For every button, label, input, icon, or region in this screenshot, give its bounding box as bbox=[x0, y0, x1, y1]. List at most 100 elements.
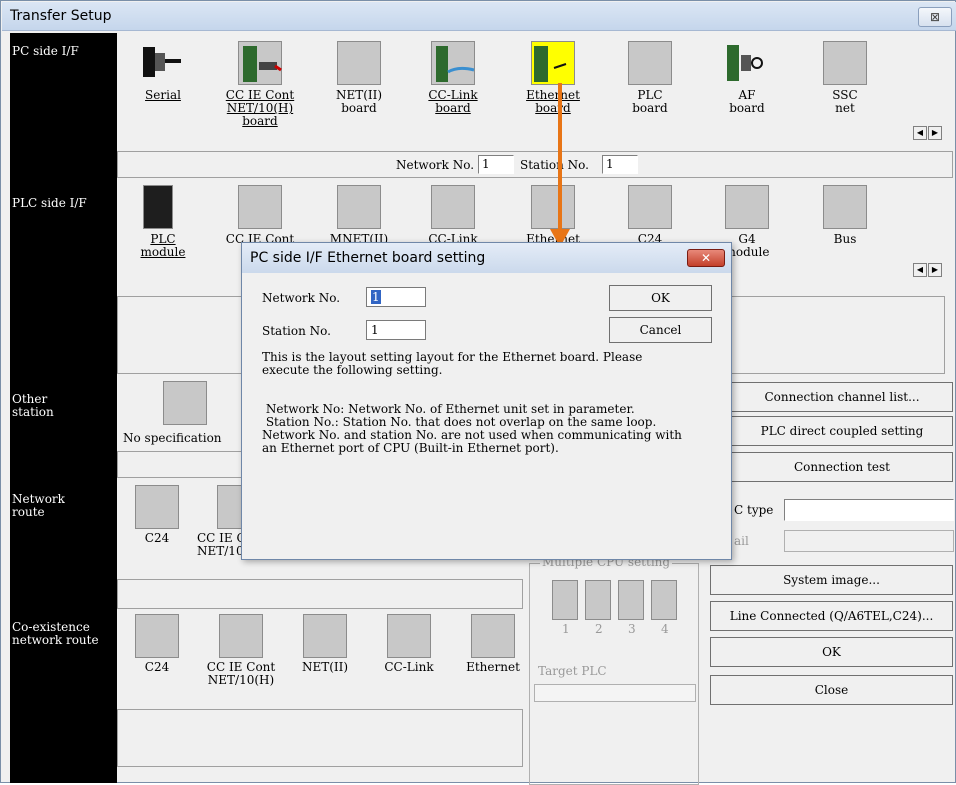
dialog-title-bar: PC side I/F Ethernet board setting ✕ bbox=[242, 243, 731, 273]
cpu-3-number: 3 bbox=[628, 622, 636, 636]
pc-ethernet-label: Ethernet board bbox=[526, 88, 580, 115]
plc-cclink-icon bbox=[431, 185, 475, 229]
ethernet-board-setting-dialog: PC side I/F Ethernet board setting ✕ Net… bbox=[241, 242, 732, 560]
plc-c24-icon bbox=[628, 185, 672, 229]
serial-icon bbox=[141, 41, 185, 85]
route-ccie-icon[interactable] bbox=[217, 485, 243, 529]
plc-type-label: C type bbox=[734, 503, 774, 517]
connection-test-button[interactable]: Connection test bbox=[731, 452, 953, 482]
plc-scroll-left-button[interactable]: ◀ bbox=[913, 263, 927, 277]
dialog-close-button[interactable]: ✕ bbox=[687, 249, 725, 267]
close-button[interactable]: Close bbox=[710, 675, 953, 705]
coex-cclink-label: CC-Link bbox=[384, 660, 434, 674]
pc-station-no-field[interactable]: 1 bbox=[602, 155, 638, 174]
coexistence-panel bbox=[117, 709, 523, 767]
route-ccie-label: CC IE Cont NET/10(H) bbox=[197, 532, 241, 558]
other-station-bar bbox=[117, 451, 243, 478]
pc-network-bar: Network No. 1 Station No. 1 bbox=[117, 151, 953, 178]
dialog-title: PC side I/F Ethernet board setting bbox=[250, 250, 486, 266]
plc-bus-icon bbox=[823, 185, 867, 229]
coex-ccie-label: CC IE Cont NET/10(H) bbox=[206, 660, 276, 687]
dialog-cancel-button[interactable]: Cancel bbox=[609, 317, 712, 343]
target-plc-field[interactable] bbox=[534, 684, 696, 702]
plc-ethernet-icon bbox=[531, 185, 575, 229]
plc-board-icon bbox=[628, 41, 672, 85]
pc-ccie-label: CC IE Cont NET/10(H) board bbox=[225, 88, 295, 128]
plc-scroll-right-button[interactable]: ▶ bbox=[928, 263, 942, 277]
cpu-2-number: 2 bbox=[595, 622, 603, 636]
no-specification-label: No specification bbox=[123, 431, 222, 445]
sscnet-icon bbox=[823, 41, 867, 85]
dialog-network-no-value: 1 bbox=[371, 290, 381, 304]
no-specification-icon[interactable] bbox=[163, 381, 207, 425]
coexistence-label: Co-existence network route bbox=[12, 620, 99, 647]
cclink-board-icon bbox=[431, 41, 475, 85]
cpu-3-box[interactable] bbox=[618, 580, 644, 620]
detail-label: ail bbox=[734, 534, 749, 548]
pc-plc-board-label: PLC board bbox=[632, 88, 668, 115]
coex-c24-label: C24 bbox=[144, 660, 170, 674]
connection-channel-list-button[interactable]: Connection channel list... bbox=[731, 382, 953, 412]
plc-module-label: PLC module bbox=[140, 232, 186, 259]
coex-ethernet-icon[interactable] bbox=[471, 614, 515, 658]
dialog-station-no-label: Station No. bbox=[262, 324, 331, 338]
pc-network-no-field[interactable]: 1 bbox=[478, 155, 514, 174]
plc-side-label: PLC side I/F bbox=[12, 196, 87, 210]
route-c24-label: C24 bbox=[144, 531, 170, 545]
system-image-button[interactable]: System image... bbox=[710, 565, 953, 595]
af-board-icon bbox=[725, 41, 769, 85]
pc-net2-label: NET(II) board bbox=[335, 88, 383, 115]
coex-net2-label: NET(II) bbox=[301, 660, 349, 674]
pc-serial-label: Serial bbox=[145, 88, 181, 102]
dialog-network-no-label: Network No. bbox=[262, 291, 341, 305]
target-plc-label: Target PLC bbox=[538, 664, 607, 678]
network-route-bar bbox=[117, 579, 523, 609]
plc-g4-icon bbox=[725, 185, 769, 229]
route-c24-icon[interactable] bbox=[135, 485, 179, 529]
pc-af-label: AF board bbox=[729, 88, 765, 115]
net2-board-icon bbox=[337, 41, 381, 85]
dialog-instructions: Network No: Network No. of Ethernet unit… bbox=[262, 402, 682, 455]
ok-button[interactable]: OK bbox=[710, 637, 953, 667]
dialog-description: This is the layout setting layout for th… bbox=[262, 350, 643, 377]
ethernet-board-icon bbox=[531, 41, 575, 85]
network-route-label: Network route bbox=[12, 492, 65, 519]
coex-ccie-icon[interactable] bbox=[219, 614, 263, 658]
plc-mnet-icon bbox=[337, 185, 381, 229]
arrow-indicator bbox=[558, 83, 562, 233]
pc-cclink-label: CC-Link board bbox=[428, 88, 478, 115]
pc-network-no-label: Network No. bbox=[396, 158, 475, 172]
pc-scroll-left-button[interactable]: ◀ bbox=[913, 126, 927, 140]
cpu-1-number: 1 bbox=[562, 622, 570, 636]
dialog-station-no-field[interactable]: 1 bbox=[366, 320, 426, 340]
other-station-label: Other station bbox=[12, 392, 54, 419]
left-label-column: PC side I/F PLC side I/F Other station N… bbox=[10, 33, 117, 783]
plc-type-field[interactable] bbox=[784, 499, 954, 521]
detail-field[interactable] bbox=[784, 530, 954, 552]
ccie-board-icon bbox=[238, 41, 282, 85]
cpu-1-box[interactable] bbox=[552, 580, 578, 620]
plc-module-icon bbox=[143, 185, 173, 229]
title-bar: Transfer Setup ⊠ bbox=[2, 2, 956, 31]
multi-cpu-group: Multiple CPU setting 1 2 3 4 Target PLC bbox=[529, 555, 699, 785]
pc-side-label: PC side I/F bbox=[12, 44, 79, 58]
pc-sscnet-label: SSC net bbox=[832, 88, 858, 115]
window-title: Transfer Setup bbox=[10, 8, 112, 24]
cpu-4-number: 4 bbox=[661, 622, 669, 636]
window-close-button[interactable]: ⊠ bbox=[918, 7, 952, 27]
coex-cclink-icon[interactable] bbox=[387, 614, 431, 658]
cpu-4-box[interactable] bbox=[651, 580, 677, 620]
cpu-2-box[interactable] bbox=[585, 580, 611, 620]
coex-c24-icon[interactable] bbox=[135, 614, 179, 658]
pc-scroll-right-button[interactable]: ▶ bbox=[928, 126, 942, 140]
plc-ccie-icon bbox=[238, 185, 282, 229]
coex-net2-icon[interactable] bbox=[303, 614, 347, 658]
transfer-setup-window: Transfer Setup ⊠ PC side I/F PLC side I/… bbox=[0, 0, 956, 785]
plc-direct-coupled-button[interactable]: PLC direct coupled setting bbox=[731, 416, 953, 446]
dialog-network-no-field[interactable]: 1 bbox=[366, 287, 426, 307]
plc-bus-label: Bus bbox=[833, 232, 857, 246]
coex-ethernet-label: Ethernet bbox=[466, 660, 520, 674]
line-connected-button[interactable]: Line Connected (Q/A6TEL,C24)... bbox=[710, 601, 953, 631]
dialog-ok-button[interactable]: OK bbox=[609, 285, 712, 311]
pc-station-no-label: Station No. bbox=[520, 158, 589, 172]
